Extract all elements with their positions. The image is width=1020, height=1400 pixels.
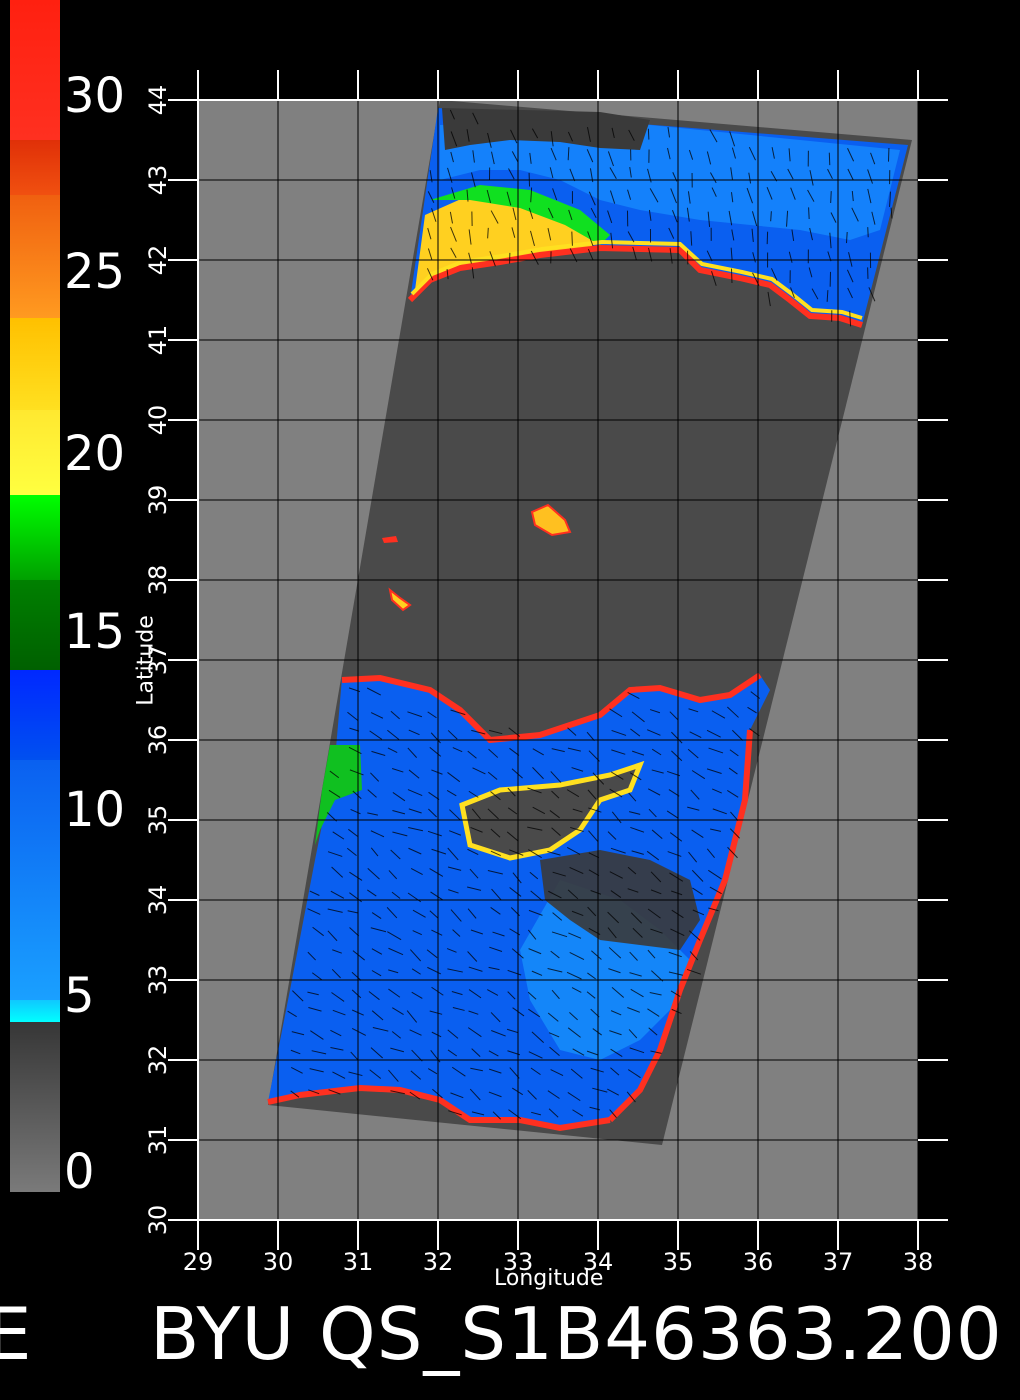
lon-tick-label: 29 (183, 1248, 214, 1276)
lon-tick-label: 36 (743, 1248, 774, 1276)
lat-tick-label: 35 (144, 805, 172, 836)
lat-tick-label: 43 (144, 165, 172, 196)
colorbar-label-30: 30 (64, 68, 126, 124)
colorbar-label-20: 20 (64, 426, 126, 482)
lon-tick-label: 38 (903, 1248, 934, 1276)
wind-vector (845, 231, 848, 244)
lat-tick-label: 39 (144, 485, 172, 516)
colorbar-label-15: 15 (64, 604, 126, 660)
footer-left-fragment: E (0, 1292, 32, 1376)
colorbar-label-5: 5 (64, 968, 95, 1024)
scatterometer-map: 29 30 31 32 33 34 35 36 37 38 30 31 32 33 34 35 36 37 38 3… (0, 0, 1020, 1400)
colorbar-label-10: 10 (64, 782, 126, 838)
wind-vector (770, 211, 772, 222)
colorbar-gradient-segment (10, 760, 60, 1000)
lat-tick-label: 31 (144, 1125, 172, 1156)
lon-tick-label: 31 (343, 1248, 374, 1276)
lat-tick-label: 40 (144, 405, 172, 436)
colorbar-gradient-segment (10, 670, 60, 760)
colorbar (10, 0, 60, 1192)
lat-tick-label: 30 (144, 1205, 172, 1236)
lon-tick-label: 30 (263, 1248, 294, 1276)
wind-vector (487, 227, 489, 239)
lat-tick-label: 44 (144, 85, 172, 116)
wind-vector (808, 207, 810, 220)
x-axis-title: Longitude (494, 1266, 604, 1291)
lon-tick-label: 35 (663, 1248, 694, 1276)
colorbar-gradient-segment (10, 580, 60, 670)
colorbar-gradient-segment (10, 0, 60, 140)
lat-tick-label: 34 (144, 885, 172, 916)
lat-tick-label: 41 (144, 325, 172, 356)
colorbar-gradient-segment (10, 495, 60, 580)
colorbar-gradient-segment (10, 410, 60, 495)
colorbar-label-25: 25 (64, 244, 126, 300)
y-axis-title: Latitude (133, 615, 159, 706)
colorbar-gradient-segment (10, 195, 60, 318)
lat-tick-label: 33 (144, 965, 172, 996)
lat-tick-label: 36 (144, 725, 172, 756)
lon-tick-label: 37 (823, 1248, 854, 1276)
colorbar-gradient-segment (10, 1022, 60, 1192)
colorbar-gradient-segment (10, 318, 60, 410)
colorbar-gradient-segment (10, 140, 60, 195)
lon-tick-label: 32 (423, 1248, 454, 1276)
wind-vector (830, 191, 832, 203)
wind-vector (647, 128, 650, 140)
wind-vector (571, 231, 573, 246)
lat-tick-label: 32 (144, 1045, 172, 1076)
footer-product-id: BYU QS_S1B46363.200 (150, 1292, 1003, 1376)
colorbar-label-0: 0 (64, 1144, 95, 1200)
colorbar-gradient-segment (10, 1000, 60, 1022)
lat-tick-label: 42 (144, 245, 172, 276)
lat-tick-label: 38 (144, 565, 172, 596)
wind-vector (730, 268, 733, 284)
